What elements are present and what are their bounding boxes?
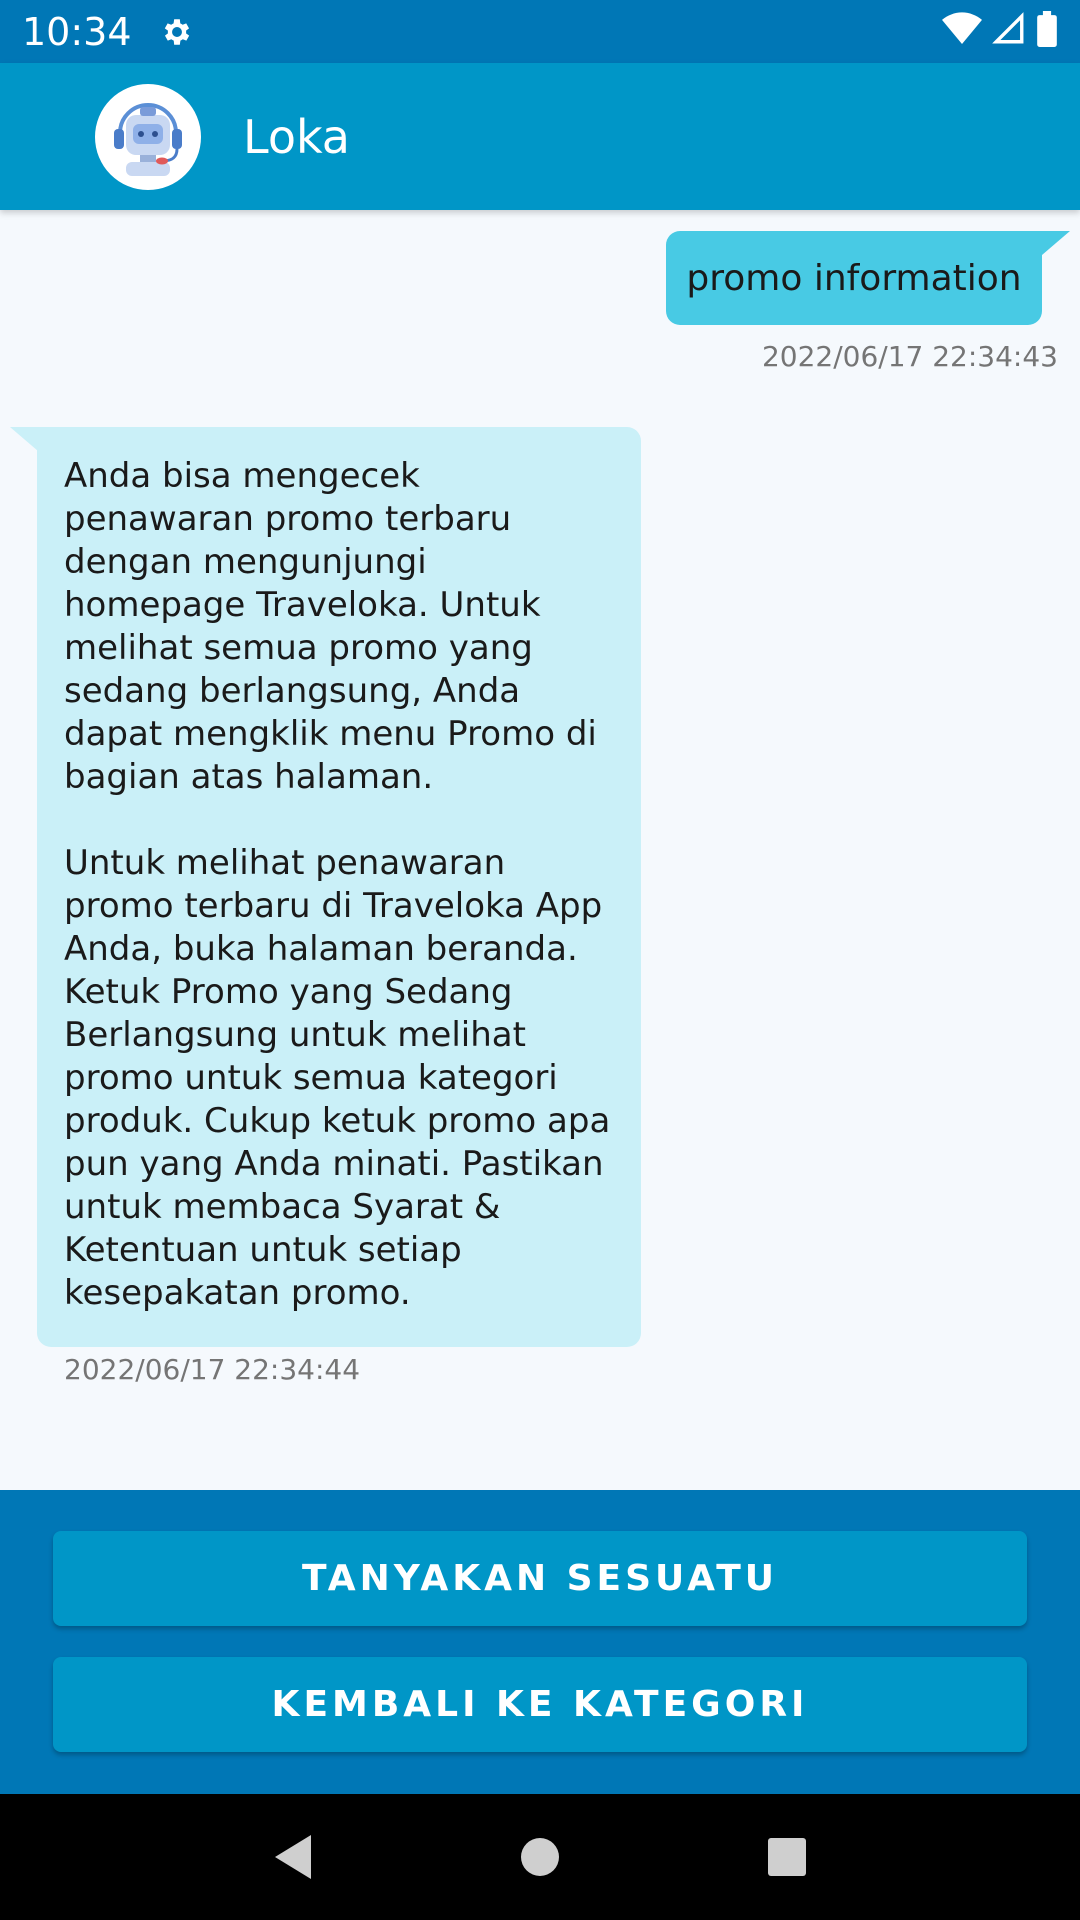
user-message-timestamp: 2022/06/17 22:34:43 bbox=[761, 340, 1058, 373]
bot-bubble-tail bbox=[10, 427, 38, 451]
back-icon[interactable] bbox=[263, 1827, 323, 1887]
action-panel: TANYAKAN SESUATU KEMBALI KE KATEGORI bbox=[0, 1490, 1080, 1794]
home-icon[interactable] bbox=[510, 1827, 570, 1887]
navigation-bar bbox=[0, 1794, 1080, 1920]
ask-question-button[interactable]: TANYAKAN SESUATU bbox=[53, 1531, 1027, 1626]
wifi-icon bbox=[942, 12, 982, 51]
bot-message-timestamp: 2022/06/17 22:34:44 bbox=[64, 1353, 361, 1386]
chat-title: Loka bbox=[243, 109, 350, 164]
cell-signal-icon bbox=[992, 12, 1026, 51]
recents-icon[interactable] bbox=[757, 1827, 817, 1887]
robot-icon bbox=[95, 83, 201, 190]
chat-screen: 10:34 Loka promo information 2022/06/17 … bbox=[0, 0, 1080, 1920]
status-icons bbox=[942, 11, 1058, 52]
gear-icon bbox=[160, 14, 196, 50]
status-bar: 10:34 bbox=[0, 0, 1080, 63]
back-to-category-button[interactable]: KEMBALI KE KATEGORI bbox=[53, 1657, 1027, 1752]
user-message: promo information bbox=[666, 231, 1042, 325]
user-bubble-tail bbox=[1042, 231, 1070, 255]
battery-icon bbox=[1036, 11, 1058, 52]
chat-messages[interactable]: promo information 2022/06/17 22:34:43 An… bbox=[0, 210, 1080, 1490]
app-bar: Loka bbox=[0, 63, 1080, 210]
bot-message: Anda bisa mengecek penawaran promo terba… bbox=[37, 427, 641, 1347]
status-time: 10:34 bbox=[22, 9, 132, 54]
